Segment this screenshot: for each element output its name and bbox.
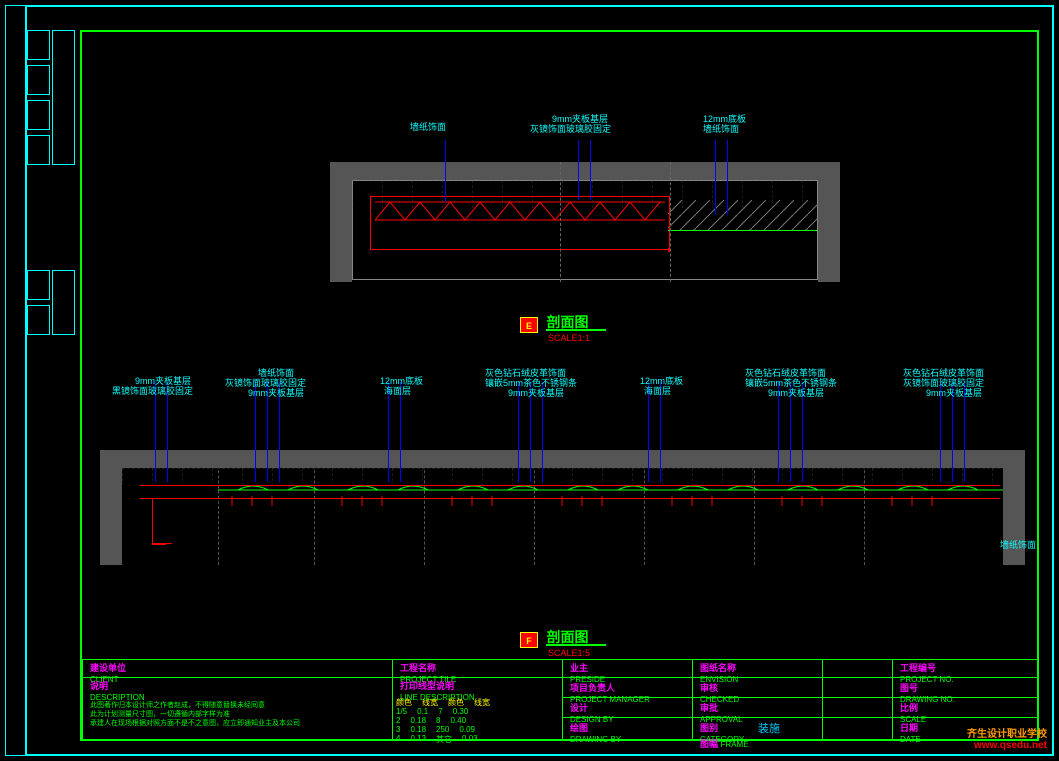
section-underline	[546, 644, 606, 646]
tb-line-row: 1/50.170.30	[396, 707, 468, 716]
leader	[715, 140, 716, 215]
tb-scale-label: 比例	[900, 703, 918, 713]
tb-sheetname-label: 图纸名称	[700, 663, 736, 673]
leader	[400, 382, 401, 482]
tb-check-label: 审核	[700, 683, 718, 693]
tb-category-label: 图别	[700, 723, 718, 733]
tb-desc-text1: 此图著作归本设计师之作者赵成，不得随意替换未经同意	[90, 702, 265, 709]
tb-drawing-label: 绘图	[570, 723, 588, 733]
section-e-title: E 剖面图 SCALE1:1	[520, 312, 590, 343]
tb-line-row: 30.182500.09	[396, 725, 475, 734]
section-underline	[546, 329, 606, 331]
tb-line-label: 打印线型说明	[400, 681, 454, 691]
tb-category-val: 装施	[754, 721, 784, 738]
tb-client-label: 建设单位	[90, 663, 126, 673]
tb-drawing-sub: DRAWING BY	[570, 735, 621, 744]
wall-right	[818, 162, 840, 282]
tb-frame-label: 图幅	[700, 739, 718, 749]
tb-desc-text2: 此为计划测量尺寸图，一切遵循内部字样为准	[90, 711, 230, 718]
anno-f0-2: 黑镜饰面玻璃胶固定	[112, 384, 193, 397]
anno-e3b: 墙纸饰面	[703, 122, 739, 135]
leader	[155, 382, 156, 482]
tb-pm-label: 项目负责人	[570, 683, 615, 693]
anno-f4-2: 海面层	[644, 384, 671, 397]
tb-project-label: 工程名称	[400, 663, 436, 673]
tb-owner-label: 业主	[570, 663, 588, 673]
tb-line-row: 40.13其它0.03	[396, 734, 478, 745]
ruler-tick	[52, 270, 75, 335]
tb-sheetno-label: 图号	[900, 683, 918, 693]
tb-design-label: 设计	[570, 703, 588, 713]
section-name: 剖面图	[547, 314, 589, 330]
tb-projno-label: 工程编号	[900, 663, 936, 673]
anno-f-side: 墙纸饰面	[1000, 538, 1036, 551]
tb-line-row: 20.1880.40	[396, 716, 466, 725]
leader	[445, 140, 446, 202]
wall-left	[100, 450, 122, 565]
ruler-tick	[27, 135, 50, 165]
section-e	[330, 140, 840, 330]
ruler-tick	[27, 100, 50, 130]
leader	[388, 382, 389, 482]
ruler-tick	[27, 65, 50, 95]
anno-f5-3: 9mm夹板基层	[768, 386, 824, 399]
anno-e2b: 灰镜饰面玻璃胶固定	[530, 122, 611, 135]
title-block: 建设单位 CLIENT 说明 DESCRIPTION 此图著作归本设计师之作者赵…	[82, 659, 1037, 739]
red-drop	[152, 498, 172, 544]
section-f-title: F 剖面图 SCALE1:5	[520, 627, 590, 658]
leader	[590, 140, 591, 200]
leader	[727, 140, 728, 215]
red-ticks	[122, 496, 1003, 516]
section-scale: SCALE1:5	[548, 648, 590, 658]
section-marker: E	[520, 317, 538, 333]
ruler-tick	[27, 30, 50, 60]
red-frame	[370, 196, 670, 250]
anno-f6-3: 9mm夹板基层	[926, 386, 982, 399]
bay-div	[670, 162, 671, 282]
green-line	[668, 230, 818, 231]
watermark-line1: 齐生设计职业学校	[967, 725, 1047, 740]
anno-f2-2: 海面层	[384, 384, 411, 397]
ruler-tick	[52, 30, 75, 165]
wall-top	[330, 162, 840, 180]
anno-f1-3: 9mm夹板基层	[248, 386, 304, 399]
anno-f3-3: 9mm夹板基层	[508, 386, 564, 399]
watermark: 齐生设计职业学校 www.qsedu.net	[967, 725, 1047, 751]
tb-desc-label: 说明	[90, 681, 108, 691]
tb-date-sub: DATE	[900, 735, 921, 744]
tb-line-h4: 线宽	[474, 697, 490, 708]
wall-top	[100, 450, 1025, 468]
bay-div	[560, 162, 561, 282]
wall-left	[330, 162, 352, 282]
tb-approve-label: 审批	[700, 703, 718, 713]
section-marker: F	[520, 632, 538, 648]
section-f	[100, 430, 1025, 610]
ruler-tick	[27, 270, 50, 300]
tb-desc-text3: 承建人在现场根据对照方面不是不之意图，应立即通知业主及本公司	[90, 720, 300, 727]
ruler-tick	[27, 305, 50, 335]
anno-e1: 墙纸饰面	[410, 120, 446, 133]
leader	[578, 140, 579, 200]
watermark-line2: www.qsedu.net	[967, 740, 1047, 751]
section-scale: SCALE1:1	[548, 333, 590, 343]
leader	[660, 382, 661, 482]
leader	[648, 382, 649, 482]
section-name: 剖面图	[547, 629, 589, 645]
leader	[167, 382, 168, 482]
diagonal-hatch	[668, 200, 818, 230]
tb-frame-sub: FRAME	[721, 740, 749, 749]
red-h	[152, 544, 166, 545]
tb-date-label: 日期	[900, 723, 918, 733]
